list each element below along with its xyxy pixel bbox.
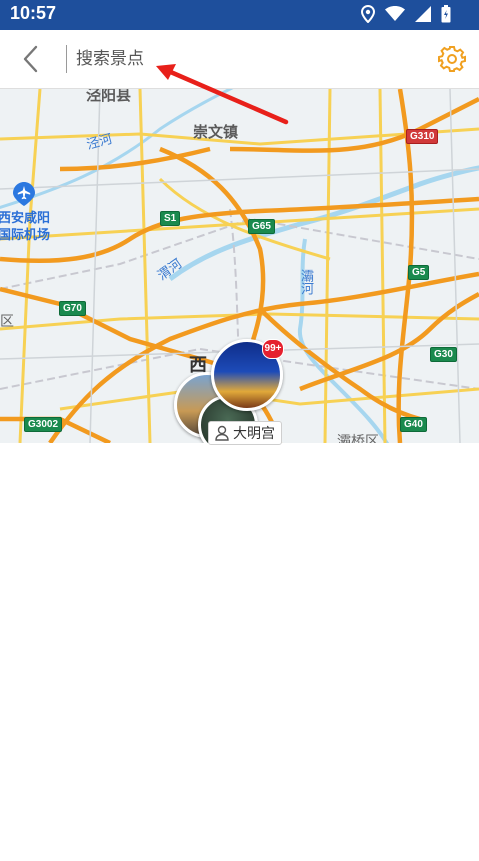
airplane-icon (13, 182, 35, 206)
map-view[interactable]: 泾阳县 崇文镇 泾河 渭河 灞河 西安咸阳国际机场 区 灞桥区 西 G310 S… (0, 89, 479, 443)
highway-shield-g30: G30 (430, 347, 457, 362)
wifi-icon (385, 6, 405, 26)
highway-shield-g65: G65 (248, 219, 275, 234)
spot-callout[interactable]: 大明宫 (208, 421, 282, 445)
annotation-arrow-icon (156, 64, 289, 125)
highway-shield-g5: G5 (408, 265, 430, 280)
district-label-left: 区 (0, 314, 14, 330)
highway-shield-s1: S1 (160, 211, 181, 226)
status-icons (360, 4, 451, 27)
highway-shield-g310: G310 (406, 129, 439, 144)
marker-count-badge: 99+ (262, 339, 284, 359)
person-icon (215, 425, 229, 441)
airport-label: 西安咸阳国际机场 (0, 211, 51, 243)
highway-shield-g3002: G3002 (24, 417, 63, 432)
river-label-ba: 灞河 (298, 269, 313, 295)
status-time: 10:57 (10, 3, 57, 23)
highway-shield-g40: G40 (400, 417, 427, 432)
town-label-jingyang: 泾阳县 (86, 89, 132, 104)
gear-icon (438, 46, 466, 72)
location-icon (360, 4, 376, 27)
signal-icon (415, 6, 431, 26)
status-bar: 10:57 (0, 0, 479, 30)
spot-callout-label: 大明宫 (233, 426, 275, 442)
battery-icon (441, 5, 451, 27)
highway-shield-g70: G70 (59, 301, 86, 316)
back-button[interactable] (14, 42, 48, 76)
settings-button[interactable] (437, 44, 467, 74)
chevron-left-icon (23, 45, 38, 73)
toolbar-divider (66, 45, 67, 73)
district-label-baqiao: 灞桥区 (337, 434, 379, 443)
